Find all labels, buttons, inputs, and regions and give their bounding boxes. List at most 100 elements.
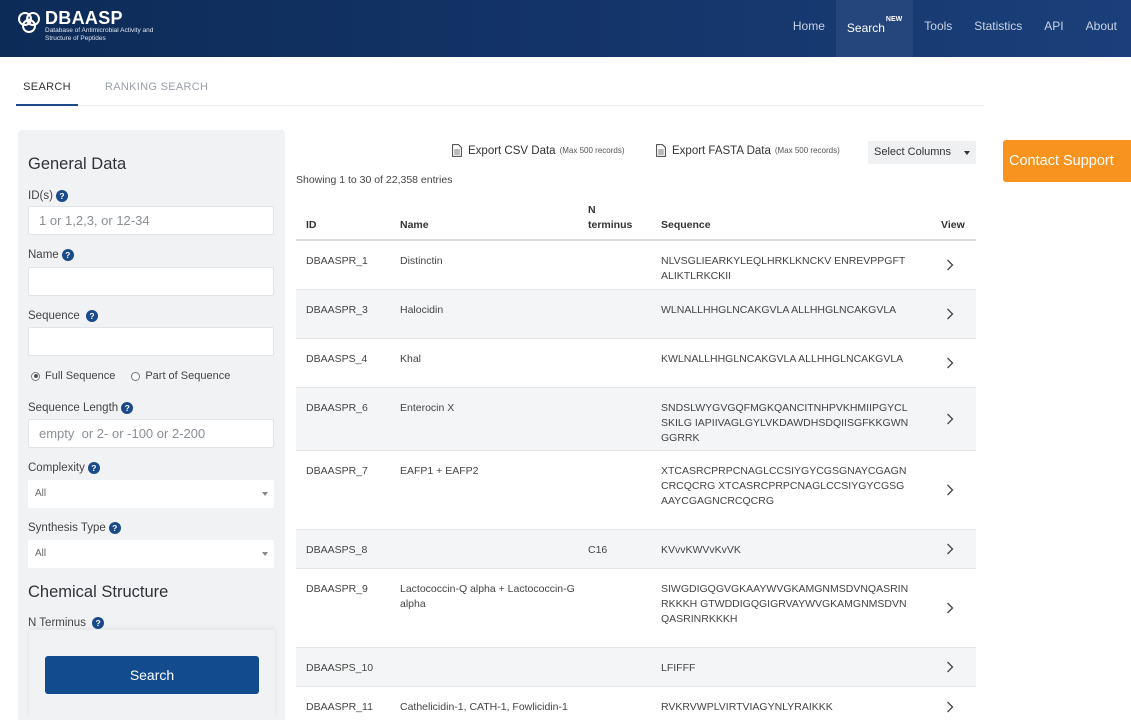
cell-n-terminus: C16 [588,544,608,556]
cell-id: DBAASPR_7 [306,465,368,477]
select-columns-dropdown[interactable]: Select Columns [868,141,976,164]
sequence-input[interactable] [28,327,274,356]
results-table: ID Name N terminus Sequence View DBAASPR… [296,195,976,720]
help-icon[interactable]: ? [61,249,74,261]
chevron-right-icon [947,357,954,369]
cell-sequence: SNDSLWYGVGQFMGKQANCITNHPVKHMIIPGYCLSKILG… [661,402,909,444]
top-navbar: DBAASP Database of Antimicrobial Activit… [0,0,1131,57]
cell-name: EAFP1 + EAFP2 [400,465,479,477]
full-sequence-radio[interactable] [31,371,40,381]
export-csv-button[interactable]: Export CSV Data (Max 500 records) [452,144,625,157]
filter-sidebar: General Data ID(s)? Name? Sequence ? Ful… [18,130,285,720]
ids-input[interactable] [28,206,274,235]
full-sequence-label: Full Sequence [45,370,116,382]
n-terminus-label: N Terminus ? [28,617,105,629]
sequence-length-input[interactable] [28,419,274,448]
help-icon[interactable]: ? [121,402,134,414]
chevron-right-icon [947,413,954,425]
header-name[interactable]: Name [400,219,429,231]
general-data-heading: General Data [28,155,127,173]
new-badge: NEW [885,16,903,23]
view-row-button[interactable] [946,648,960,686]
cell-sequence: LFIFFF [661,662,696,674]
header-view: View [941,219,965,231]
chevron-right-icon [947,308,954,320]
tab-ranking-search[interactable]: RANKING SEARCH [105,72,208,106]
synthesis-type-label: Synthesis Type? [28,522,121,534]
complexity-select[interactable]: All [28,480,274,508]
contact-support-button[interactable]: Contact Support [1003,140,1131,182]
export-fasta-button[interactable]: Export FASTA Data (Max 500 records) [656,144,840,157]
table-row[interactable]: DBAASPR_3 Halocidin WLNALLHHGLNCAKGVLA ALL… [296,290,976,339]
help-icon[interactable]: ? [92,617,105,629]
entries-summary: Showing 1 to 30 of 22,358 entries [296,174,453,186]
chevron-right-icon [947,661,954,673]
cell-sequence: KVvvKWVvKvVK [661,544,741,556]
view-row-button[interactable] [946,241,960,289]
view-row-button[interactable] [946,388,960,450]
part-sequence-radio[interactable] [131,371,141,381]
dbaasp-logo[interactable]: DBAASP Database of Antimicrobial Activit… [16,8,176,48]
nav-statistics[interactable]: Statistics [963,0,1033,57]
header-id[interactable]: ID [306,219,317,231]
help-icon[interactable]: ? [86,310,98,322]
sequence-label: Sequence ? [28,310,98,322]
cell-id: DBAASPS_10 [306,662,374,674]
view-row-button[interactable] [946,569,960,647]
chevron-down-icon [262,552,268,556]
help-icon[interactable]: ? [108,522,121,534]
cell-id: DBAASPR_9 [306,583,368,595]
table-row[interactable]: DBAASPS_10 LFIFFF [296,648,976,687]
search-button[interactable]: Search [45,656,259,694]
table-row[interactable]: DBAASPR_7 EAFP1 + EAFP2 XTCASRCPRPCNAGLCCS… [296,451,976,530]
table-row[interactable]: DBAASPR_11 Cathelicidin-1, CATH-1, Fowlic… [296,687,976,720]
chevron-right-icon [947,543,954,555]
name-input[interactable] [28,267,274,296]
cell-name: Distinctin [400,255,443,267]
chevron-down-icon [262,492,268,496]
table-row[interactable]: DBAASPR_6 Enterocin X SNDSLWYGVGQFMGKQANCI… [296,388,976,451]
table-row[interactable]: DBAASPS_8 C16 KVvvKWVvKvVK [296,530,976,569]
cell-id: DBAASPR_11 [306,701,373,713]
cell-sequence: SIWGDIGQGVGKAAYWVGKAMGNMSDVNQASRINRKKKH … [661,583,909,625]
synthesis-type-select[interactable]: All [28,540,274,568]
table-row[interactable]: DBAASPS_4 Khal KWLNALLHHGLNCAKGVLA ALLHHGL… [296,339,976,388]
header-sequence[interactable]: Sequence [661,219,711,231]
nav-about[interactable]: About [1075,0,1131,57]
table-row[interactable]: DBAASPR_9 Lactococcin-Q alpha + Lactococc… [296,569,976,648]
view-row-button[interactable] [946,687,960,720]
chemical-structure-heading: Chemical Structure [28,583,169,601]
chevron-right-icon [947,602,954,614]
view-row-button[interactable] [946,451,960,529]
document-icon [452,144,462,157]
view-row-button[interactable] [946,290,960,338]
help-icon[interactable]: ? [87,462,100,474]
nav-tools[interactable]: Tools [913,0,963,57]
table-row[interactable]: DBAASPR_1 Distinctin NLVSGLIEARKYLEQLHRKLK… [296,241,976,290]
chevron-right-icon [947,259,954,271]
complexity-label: Complexity? [28,462,100,474]
nav-api[interactable]: API [1033,0,1074,57]
brand-title: DBAASP [45,8,123,28]
cell-sequence: KWLNALLHHGLNCAKGVLA ALLHHGLNCAKGVLA [661,353,904,365]
cell-id: DBAASPS_8 [306,544,368,556]
tab-search[interactable]: SEARCH [16,72,78,106]
help-icon[interactable]: ? [55,190,68,202]
caret-down-icon [964,151,970,155]
part-sequence-label: Part of Sequence [145,370,231,382]
cell-sequence: XTCASRCPRPCNAGLCCSIYGYCGSGNAYCGAGNCRCQCR… [661,465,907,507]
sequence-length-label: Sequence Length? [28,402,134,414]
cell-name: Cathelicidin-1, CATH-1, Fowlicidin-1 [400,701,568,713]
nav-search[interactable]: SearchNEW [835,0,914,57]
cell-name: Lactococcin-Q alpha + Lactococcin-G alph… [400,583,575,610]
cell-id: DBAASPR_3 [306,304,368,316]
nav-home[interactable]: Home [782,0,836,57]
cell-id: DBAASPS_4 [306,353,368,365]
cell-id: DBAASPR_1 [306,255,368,267]
cell-sequence: WLNALLHHGLNCAKGVLA ALLHHGLNCAKGVLA [661,304,897,316]
view-row-button[interactable] [946,530,960,568]
header-n-terminus[interactable]: N terminus [588,203,640,233]
dbaasp-logo-icon [18,12,40,33]
view-row-button[interactable] [946,339,960,387]
cell-name: Khal [400,353,422,365]
